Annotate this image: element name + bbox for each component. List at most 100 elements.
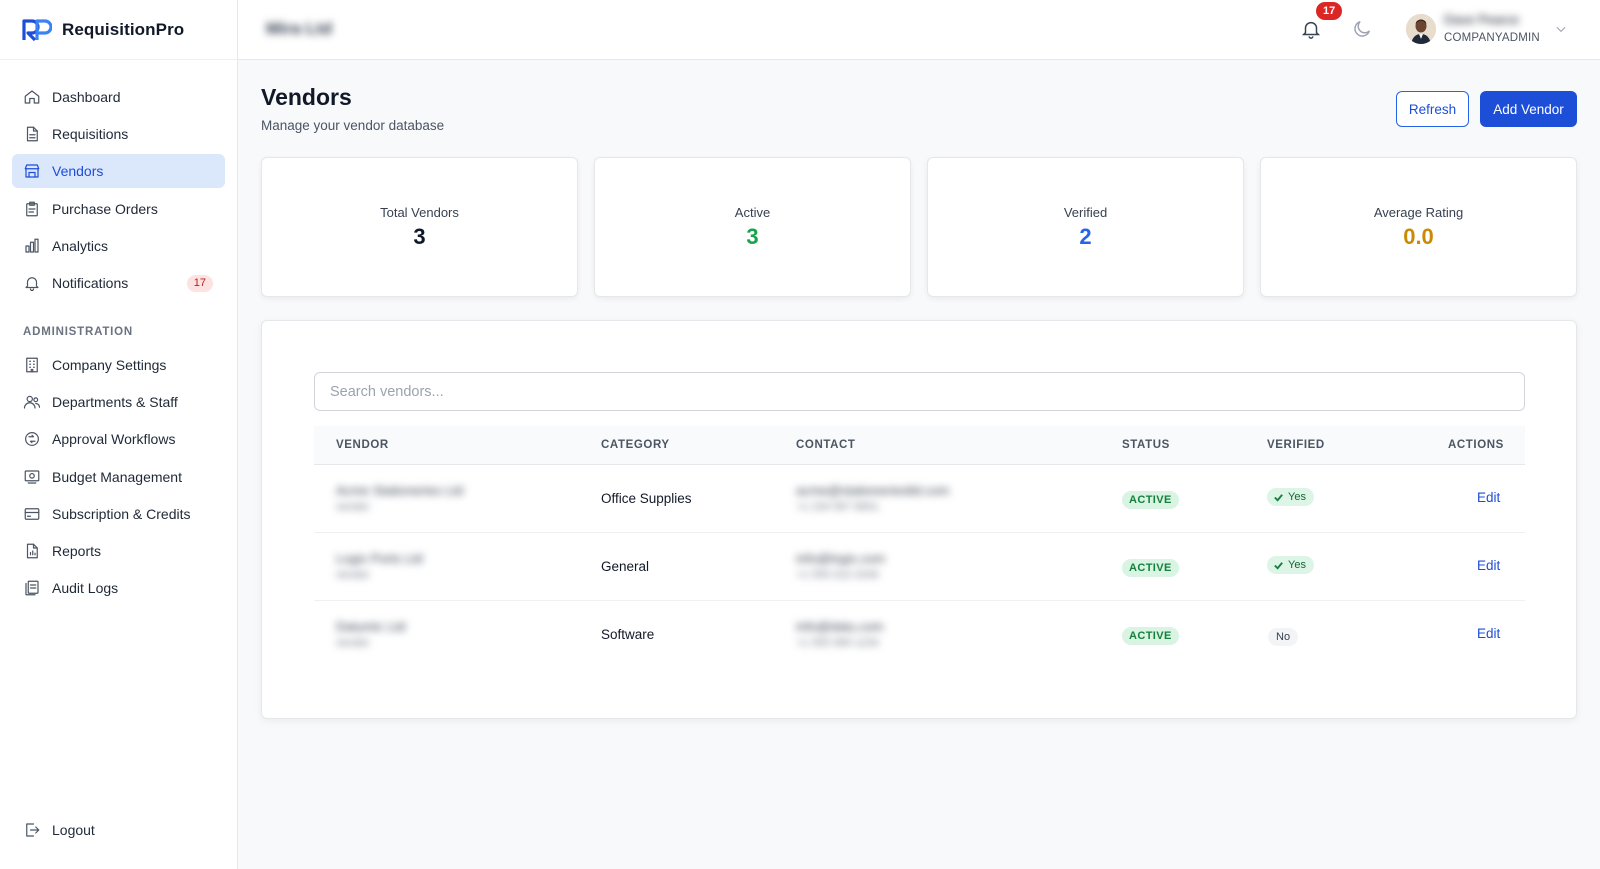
refresh-button[interactable]: Refresh <box>1396 91 1469 127</box>
sidebar-item-label: Notifications <box>52 274 129 291</box>
sidebar-item-label: Dashboard <box>52 89 121 105</box>
document-icon <box>23 125 41 143</box>
vendor-contact-email: acme@stationeriesltd.com <box>796 483 950 498</box>
table-row: Datumic Ltd vendor Software info@datu.co… <box>314 601 1525 669</box>
stat-label: Active <box>734 205 771 220</box>
verified-badge: No <box>1268 628 1299 646</box>
sidebar-item-label: Purchase Orders <box>52 200 158 217</box>
moon-icon <box>1354 20 1371 37</box>
sidebar-item-notifications[interactable]: Notifications 17 <box>12 266 225 300</box>
stat-card-total-vendors: Total Vendors 3 <box>261 157 578 297</box>
column-header-category: CATEGORY <box>601 439 670 451</box>
vendor-name: Logix Ports Ltd <box>336 551 423 566</box>
notifications-count-badge: 17 <box>186 274 213 292</box>
status-badge: ACTIVE <box>1122 559 1179 577</box>
main-nav: Dashboard Requisitions Vendors Purchase … <box>0 60 237 605</box>
edit-vendor-link[interactable]: Edit <box>1477 558 1500 573</box>
vendor-name: Acme Stationeries Ltd <box>336 483 464 498</box>
table-row: Acme Stationeries Ltd vendor Office Supp… <box>314 465 1525 533</box>
avatar[interactable] <box>1406 14 1436 44</box>
table-header: VENDOR CATEGORY CONTACT STATUS VERIFIED … <box>314 426 1525 465</box>
stat-label: Verified <box>1063 205 1108 220</box>
chevron-down-icon <box>1556 26 1566 33</box>
notification-count-badge: 17 <box>1316 2 1343 20</box>
brand-name: RequisitionPro <box>62 19 185 39</box>
stat-value: 3 <box>413 224 426 249</box>
stat-card-active: Active 3 <box>594 157 911 297</box>
column-header-actions: ACTIONS <box>1448 439 1504 451</box>
theme-toggle-button[interactable] <box>1351 18 1373 40</box>
logout-icon <box>23 821 41 839</box>
sidebar-item-reports[interactable]: Reports <box>12 534 225 568</box>
bell-icon <box>23 274 41 292</box>
sidebar-item-budget-management[interactable]: Budget Management <box>12 460 225 494</box>
audit-log-icon <box>23 579 41 597</box>
company-name: Mira Ltd <box>266 19 333 38</box>
vendor-contact-phone: +1 555 010 2030 <box>796 569 879 581</box>
stat-value: 2 <box>1079 224 1092 249</box>
logout-button[interactable]: Logout <box>12 813 226 847</box>
sidebar-item-label: Reports <box>52 542 102 559</box>
sidebar-item-label: Subscription & Credits <box>52 505 191 522</box>
sidebar: RequisitionPro Dashboard Requisitions Ve… <box>0 0 238 869</box>
brand-logo-icon <box>22 18 52 41</box>
sidebar-item-label: Audit Logs <box>52 580 119 597</box>
budget-icon <box>23 468 41 486</box>
home-icon <box>23 88 41 106</box>
user-role: COMPANYADMIN <box>1444 32 1540 44</box>
sidebar-item-analytics[interactable]: Analytics <box>12 229 225 263</box>
clipboard-icon <box>23 200 41 218</box>
vendor-contact-phone: +1 234 567 8901 <box>796 501 879 513</box>
vendor-category: Office Supplies <box>601 491 692 506</box>
sidebar-item-label: Requisitions <box>52 126 129 143</box>
brand[interactable]: RequisitionPro <box>0 0 237 60</box>
vendor-subtext: vendor <box>336 569 370 581</box>
vendor-category: Software <box>601 627 655 642</box>
sidebar-item-vendors[interactable]: Vendors <box>12 154 225 189</box>
edit-vendor-link[interactable]: Edit <box>1477 490 1500 505</box>
vendor-contact-email: info@logix.com <box>796 551 886 566</box>
logout-section: Logout <box>0 813 238 847</box>
top-bar: Mira Ltd 17 Dave Pearce COMPANYADMIN <box>238 0 1600 60</box>
stat-value: 3 <box>746 224 759 249</box>
sidebar-item-approval-workflows[interactable]: Approval Workflows <box>12 422 225 456</box>
user-menu-toggle[interactable] <box>1554 22 1568 36</box>
status-badge: ACTIVE <box>1122 627 1179 645</box>
vendor-subtext: vendor <box>336 501 370 513</box>
vendors-table-card: VENDOR CATEGORY CONTACT STATUS VERIFIED … <box>261 320 1577 719</box>
search-input[interactable] <box>314 372 1525 411</box>
avatar-image <box>1406 14 1436 44</box>
table-row: Logix Ports Ltd vendor General info@logi… <box>314 533 1525 601</box>
sidebar-item-audit-logs[interactable]: Audit Logs <box>12 571 225 605</box>
admin-section-label: ADMINISTRATION <box>23 325 134 338</box>
stat-label: Total Vendors <box>380 205 459 220</box>
notifications-bell-button[interactable] <box>1300 18 1322 40</box>
sidebar-item-purchase-orders[interactable]: Purchase Orders <box>12 192 225 226</box>
vendor-category: General <box>601 559 650 574</box>
office-building-icon <box>23 356 41 374</box>
stat-label: Average Rating <box>1373 205 1464 220</box>
sidebar-item-subscription-credits[interactable]: Subscription & Credits <box>12 497 225 531</box>
sidebar-item-departments-staff[interactable]: Departments & Staff <box>12 385 225 419</box>
sidebar-item-label: Company Settings <box>52 356 167 373</box>
credit-card-icon <box>23 505 41 523</box>
users-icon <box>23 393 41 411</box>
edit-vendor-link[interactable]: Edit <box>1477 626 1500 641</box>
vendor-contact-phone: +1 555 999 1234 <box>796 637 879 649</box>
sidebar-item-company-settings[interactable]: Company Settings <box>12 348 225 382</box>
sidebar-item-dashboard[interactable]: Dashboard <box>12 80 225 114</box>
bell-icon <box>1301 21 1321 39</box>
add-vendor-button[interactable]: Add Vendor <box>1480 91 1577 127</box>
building-icon <box>23 162 41 180</box>
page-title: Vendors <box>261 84 352 110</box>
sidebar-item-label: Departments & Staff <box>52 394 178 411</box>
vendor-name: Datumic Ltd <box>336 619 406 634</box>
sidebar-item-requisitions[interactable]: Requisitions <box>12 117 225 151</box>
verified-label: Yes <box>1288 559 1306 571</box>
sidebar-item-label: Vendors <box>52 163 104 180</box>
vendor-contact-email: info@datu.com <box>796 619 884 634</box>
stat-card-verified: Verified 2 <box>927 157 1244 297</box>
verified-badge: Yes <box>1267 488 1314 506</box>
verified-label: Yes <box>1288 491 1306 503</box>
sidebar-item-label: Analytics <box>52 237 109 254</box>
